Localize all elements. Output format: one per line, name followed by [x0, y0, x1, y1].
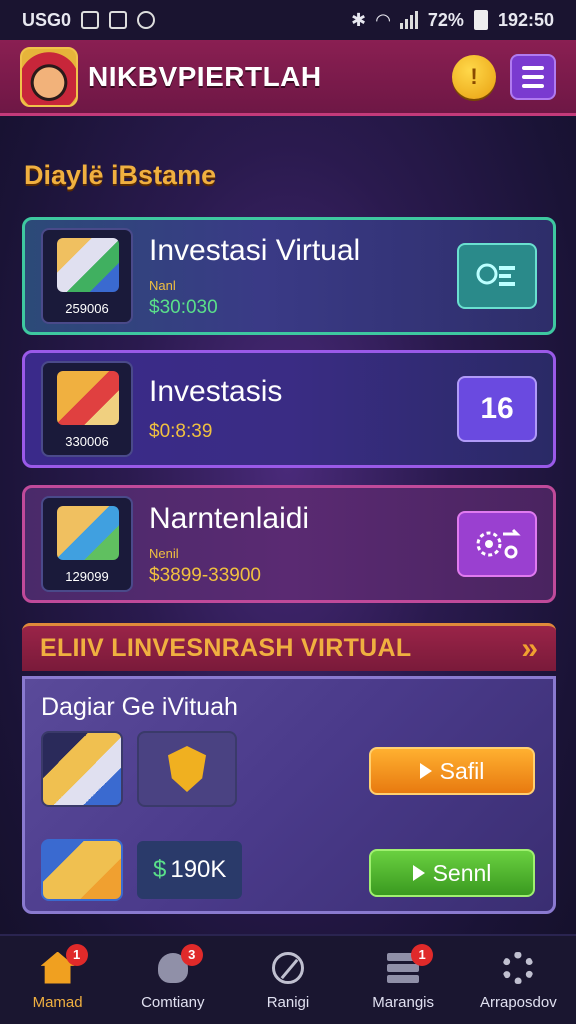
battery-icon — [473, 10, 488, 30]
shield-slot[interactable] — [137, 731, 237, 807]
signal-icon — [399, 11, 418, 29]
image-icon — [109, 11, 128, 29]
status-left: USG0 — [22, 9, 156, 31]
elite-title: ELIIV LINVESNRASH VIRTUAL — [40, 634, 412, 662]
bluetooth-icon: ✱ — [350, 9, 367, 30]
nav-item-manage[interactable]: 1 Marangis — [348, 943, 458, 1011]
brand: NIKBVPIERTLAH — [20, 46, 322, 107]
nav-item-settings[interactable]: Arraposdov — [463, 950, 573, 1011]
nav-item-home[interactable]: 1 Mamad — [3, 943, 113, 1011]
nav-badge: 1 — [65, 943, 88, 966]
notification-icon — [81, 11, 100, 29]
play-icon — [419, 763, 432, 779]
play-button-orange[interactable]: Safil — [369, 747, 535, 795]
tools-icon — [57, 238, 119, 292]
nav-label: Marangis — [372, 993, 434, 1011]
home-icon: 1 — [38, 943, 88, 986]
wifi-icon: ◠ — [376, 9, 390, 30]
amount-value: 190K — [170, 856, 227, 883]
play-icon — [412, 865, 425, 881]
nav-label: Mamad — [32, 993, 83, 1011]
nav-item-company[interactable]: 3 Comtiany — [118, 943, 228, 1011]
investment-card[interactable]: 330006 Investasis $0:8:39 16 — [22, 350, 556, 468]
investment-card[interactable]: 129099 Narntenlaidi Nenil $3899-33900 — [22, 485, 556, 603]
status-bar: USG0 ✱ ◠ 72% 192:50 — [0, 0, 576, 40]
elite-row — [41, 731, 237, 807]
card-title: Investasi Virtual — [149, 233, 361, 267]
brand-name: NIKBVPIERTLAH — [88, 60, 322, 92]
menu-line — [522, 65, 544, 70]
clock: 192:50 — [497, 9, 554, 30]
elite-banner[interactable]: ELIIV LINVESNRASH VIRTUAL » — [22, 623, 556, 671]
card-action-button[interactable] — [457, 243, 537, 309]
menu-button[interactable] — [510, 53, 556, 100]
card-title: Narntenlaidi — [149, 501, 310, 535]
shield-coin-icon — [168, 746, 206, 792]
card-price: $3899-33900 — [149, 564, 261, 586]
card-price: $30:030 — [149, 296, 218, 318]
orange-button-label: Safil — [439, 757, 485, 784]
card-body: Investasis $0:8:39 — [133, 375, 457, 443]
boxes-coin-icon — [41, 839, 123, 901]
gear-icon — [498, 950, 538, 986]
card-thumbnail: 330006 — [41, 361, 133, 457]
card-body: Narntenlaidi Nenil $3899-33900 — [133, 502, 457, 587]
nav-label: Comtiany — [141, 993, 205, 1011]
carrier-text: USG0 — [22, 9, 72, 30]
elite-subtitle: Dagiar Ge iVituah — [41, 693, 238, 721]
battery-percent: 72% — [427, 9, 464, 30]
chart-tools-icon — [476, 263, 515, 286]
app-header: NIKBVPIERTLAH ! — [0, 40, 576, 116]
investment-card[interactable]: 259006 Investasi Virtual Nanl $30:030 — [22, 217, 556, 335]
server-icon: 1 — [383, 943, 434, 986]
play-button-green[interactable]: Sennl — [369, 849, 535, 897]
amount-chip: $ 190K — [137, 841, 243, 899]
rocket-icon: 3 — [153, 943, 203, 986]
menu-line — [522, 74, 544, 79]
card-body: Investasi Virtual Nanl $30:030 — [133, 234, 457, 319]
money-sign: $ — [153, 856, 167, 883]
compass-shape — [271, 951, 304, 984]
elite-panel: Dagiar Ge iVituah Safil $ 190K Sennl — [22, 676, 556, 914]
card-price: $0:8:39 — [149, 421, 213, 442]
folder-cubes-icon — [57, 506, 119, 560]
card-title: Investasis — [149, 375, 283, 408]
menu-line — [522, 83, 544, 88]
card-action-button[interactable] — [457, 511, 537, 577]
card-subtitle: Nenil — [149, 545, 179, 561]
status-right: ✱ ◠ 72% 192:50 — [351, 10, 554, 31]
section-title: Diaylë iBstame — [24, 160, 217, 190]
elite-row: $ 190K — [41, 839, 243, 901]
header-actions: ! — [452, 53, 556, 100]
gear-settings-icon — [476, 528, 521, 559]
bottom-nav: 1 Mamad 3 Comtiany Ranigi 1 Marangis Arr… — [0, 934, 576, 1024]
avatar[interactable] — [20, 46, 78, 107]
card-action-button[interactable]: 16 — [457, 376, 537, 442]
green-button-label: Sennl — [432, 859, 492, 886]
coin-button[interactable]: ! — [452, 54, 496, 99]
thumb-value: 259006 — [65, 301, 109, 316]
thumb-value: 330006 — [65, 434, 109, 449]
thumb-value: 129099 — [65, 569, 109, 584]
card-thumbnail: 129099 — [41, 496, 133, 592]
sync-icon — [137, 11, 156, 29]
documents-icon — [57, 371, 119, 425]
double-chevron-icon[interactable]: » — [521, 632, 538, 666]
card-subtitle: Nanl — [149, 277, 176, 293]
nav-badge: 3 — [180, 943, 203, 966]
nav-badge: 1 — [411, 943, 434, 966]
card-thumbnail: 259006 — [41, 228, 133, 324]
nav-label: Arraposdov — [479, 993, 557, 1011]
tools-icon — [41, 731, 123, 807]
nav-item-ranking[interactable]: Ranigi — [233, 950, 343, 1011]
nav-label: Ranigi — [266, 993, 310, 1011]
compass-icon — [268, 950, 308, 986]
gear-shape — [502, 951, 535, 984]
